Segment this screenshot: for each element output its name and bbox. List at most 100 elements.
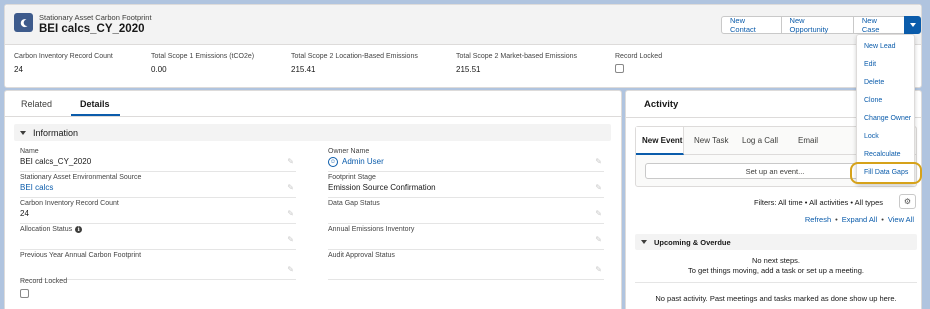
pencil-icon[interactable]: ✎ — [595, 157, 602, 166]
tab-log-a-call[interactable]: Log a Call — [742, 136, 778, 145]
tab-new-event[interactable]: New Event — [642, 136, 682, 145]
field-label: Allocation Status i — [20, 226, 296, 233]
upcoming-overdue-header[interactable]: Upcoming & Overdue — [635, 234, 917, 250]
field-label: Data Gap Status — [328, 200, 380, 207]
field-data-gap: Data Gap Status ✎ — [328, 200, 604, 224]
information-section-header[interactable]: Information — [14, 124, 611, 141]
object-type-label: Stationary Asset Carbon Footprint — [39, 13, 152, 22]
divider — [20, 171, 296, 172]
new-contact-button[interactable]: New Contact — [721, 16, 782, 34]
section-title: Information — [33, 127, 79, 138]
menu-item-lock[interactable]: Lock — [864, 133, 879, 140]
field-value — [328, 209, 604, 219]
field-source: Stationary Asset Environmental Source BE… — [20, 174, 296, 198]
pencil-icon[interactable]: ✎ — [287, 235, 294, 244]
menu-item-recalculate[interactable]: Recalculate — [864, 151, 901, 158]
pencil-icon[interactable]: ✎ — [287, 183, 294, 192]
field-annual-emissions: Annual Emissions Inventory ✎ — [328, 226, 604, 250]
field-name: Name BEI calcs_CY_2020 ✎ — [20, 148, 296, 172]
expand-all-link[interactable]: Expand All — [842, 215, 877, 224]
tab-related[interactable]: Related — [21, 99, 52, 109]
menu-item-clone[interactable]: Clone — [864, 97, 882, 104]
field-label: Stationary Asset Environmental Source — [20, 174, 142, 181]
tab-details[interactable]: Details — [80, 99, 110, 109]
activity-title: Activity — [644, 99, 679, 110]
field-label: Carbon Inventory Record Count — [20, 200, 119, 207]
divider — [328, 171, 604, 172]
separator: • — [881, 215, 884, 224]
source-link[interactable]: BEI calcs — [20, 183, 296, 193]
menu-item-new-lead[interactable]: New Lead — [864, 43, 896, 50]
highlight-value: 0.00 — [151, 65, 167, 74]
field-value — [20, 235, 296, 245]
record-name: BEI calcs_CY_2020 — [39, 23, 145, 35]
menu-item-delete[interactable]: Delete — [864, 79, 884, 86]
owner-name: Admin User — [342, 157, 384, 167]
pencil-icon[interactable]: ✎ — [287, 265, 294, 274]
field-label: Owner Name — [328, 148, 370, 155]
field-label: Name — [20, 148, 39, 155]
filters-text: Filters: All time • All activities • All… — [753, 198, 883, 207]
activity-links: Refresh • Expand All • View All — [805, 215, 914, 224]
highlight-value: 215.41 — [291, 65, 316, 74]
field-owner: Owner Name ☺ Admin User ✎ — [328, 148, 604, 172]
owner-link[interactable]: ☺ Admin User — [328, 157, 604, 167]
field-value — [20, 261, 296, 271]
divider — [328, 279, 604, 280]
field-previous-year: Previous Year Annual Carbon Footprint ✎ — [20, 252, 296, 280]
highlight-label: Total Scope 1 Emissions (tCO2e) — [151, 53, 255, 60]
menu-item-change-owner[interactable]: Change Owner — [864, 115, 911, 122]
chevron-down-icon — [20, 130, 26, 135]
highlight-label: Carbon Inventory Record Count — [14, 53, 113, 60]
field-record-count: Carbon Inventory Record Count 24 ✎ — [20, 200, 296, 224]
field-value — [328, 235, 604, 245]
field-label: Footprint Stage — [328, 174, 376, 181]
divider — [635, 282, 917, 283]
pencil-icon[interactable]: ✎ — [595, 209, 602, 218]
user-icon: ☺ — [328, 157, 338, 167]
gear-icon[interactable]: ⚙ — [899, 194, 916, 209]
view-all-link[interactable]: View All — [888, 215, 914, 224]
divider — [328, 197, 604, 198]
highlight-scope1: Total Scope 1 Emissions (tCO2e) 0.00 — [151, 53, 254, 74]
record-locked-checkbox[interactable] — [20, 289, 29, 298]
pencil-icon[interactable]: ✎ — [595, 235, 602, 244]
record-locked-checkbox — [615, 64, 624, 73]
record-highlights: Stationary Asset Carbon Footprint BEI ca… — [4, 4, 922, 88]
highlight-value: 24 — [14, 65, 23, 74]
divider — [20, 223, 296, 224]
pencil-icon[interactable]: ✎ — [595, 183, 602, 192]
info-icon[interactable]: i — [75, 226, 83, 233]
tab-new-task[interactable]: New Task — [694, 136, 729, 145]
new-opportunity-button[interactable]: New Opportunity — [780, 16, 854, 34]
menu-item-edit[interactable]: Edit — [864, 61, 876, 68]
pencil-icon[interactable]: ✎ — [595, 265, 602, 274]
field-value: 24 — [20, 209, 29, 218]
field-label-text: Allocation Status — [20, 226, 73, 233]
no-next-steps: No next steps. — [752, 256, 800, 265]
highlights-title-bar: Stationary Asset Carbon Footprint BEI ca… — [5, 5, 921, 45]
fill-data-gaps-highlight — [850, 162, 922, 184]
chevron-down-icon — [641, 240, 647, 244]
pencil-icon[interactable]: ✎ — [287, 157, 294, 166]
field-footprint-stage: Footprint Stage Emission Source Confirma… — [328, 174, 604, 198]
divider — [20, 249, 296, 250]
refresh-link[interactable]: Refresh — [805, 215, 831, 224]
section-title: Upcoming & Overdue — [654, 237, 731, 247]
active-tab-indicator — [71, 114, 120, 116]
field-label: Previous Year Annual Carbon Footprint — [20, 252, 142, 259]
pencil-icon[interactable]: ✎ — [287, 209, 294, 218]
action-buttons: New Contact New Opportunity New Case — [721, 16, 921, 34]
highlight-label: Record Locked — [615, 53, 663, 60]
field-value: Emission Source Confirmation — [328, 183, 436, 192]
highlight-label: Total Scope 2 Location-Based Emissions — [291, 53, 418, 60]
chevron-down-icon — [909, 23, 916, 27]
field-value — [328, 261, 604, 271]
tab-email[interactable]: Email — [798, 136, 818, 145]
more-actions-button[interactable] — [904, 16, 921, 34]
new-case-button[interactable]: New Case — [852, 16, 906, 34]
no-past-activity: No past activity. Past meetings and task… — [655, 294, 897, 303]
no-steps-hint: To get things moving, add a task or set … — [688, 266, 864, 275]
highlight-carbon-count: Carbon Inventory Record Count 24 — [14, 53, 113, 74]
object-icon — [14, 13, 33, 32]
